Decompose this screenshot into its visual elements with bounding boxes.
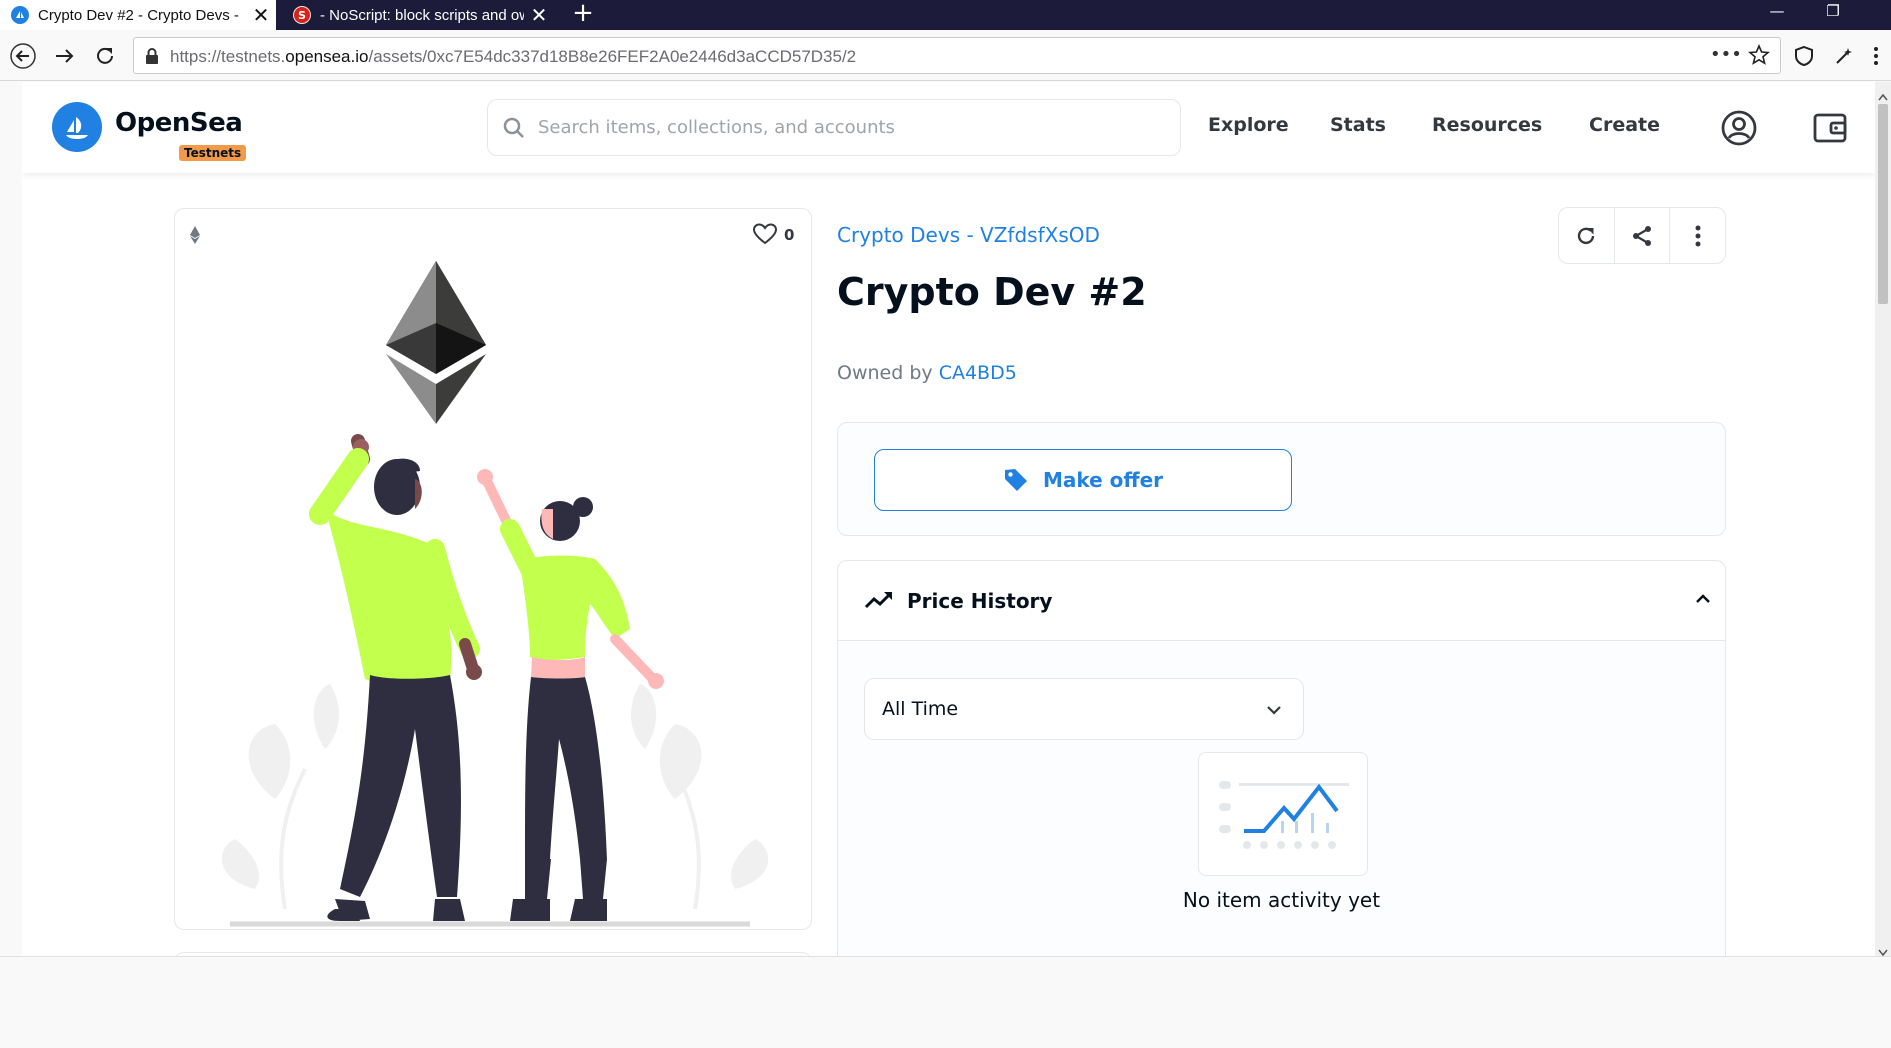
lock-icon — [144, 47, 160, 69]
svg-text:S: S — [298, 9, 306, 22]
window-bottom-area — [0, 956, 1891, 1048]
share-icon — [1633, 225, 1651, 246]
asset-image-card: 0 — [174, 208, 812, 930]
opensea-favicon-icon — [11, 6, 29, 24]
trending-chart-icon — [864, 590, 894, 614]
make-offer-label: Make offer — [1042, 468, 1164, 492]
shield-icon[interactable] — [1788, 39, 1820, 73]
period-select[interactable]: All Time — [864, 678, 1304, 740]
period-select-value: All Time — [882, 698, 959, 720]
refresh-icon — [1578, 227, 1595, 244]
minimize-button[interactable]: — — [1754, 0, 1800, 30]
empty-chart-placeholder — [1198, 752, 1368, 876]
noscript-favicon-icon: S — [293, 6, 311, 24]
bookmark-star-icon[interactable] — [1748, 43, 1770, 70]
testnets-badge: Testnets — [179, 145, 247, 161]
page-actions-icon[interactable]: ••• — [1710, 44, 1742, 65]
tag-icon — [1003, 467, 1029, 493]
site-header: OpenSea Testnets Explore Stats Resources… — [22, 82, 1875, 173]
scrollbar-thumb[interactable] — [1878, 104, 1888, 304]
empty-activity-text: No item activity yet — [1182, 888, 1381, 912]
search-box[interactable] — [487, 99, 1181, 156]
share-button[interactable] — [1615, 208, 1671, 263]
wallet-icon[interactable] — [1810, 108, 1850, 148]
extension-magic-icon[interactable] — [1828, 39, 1860, 73]
brand-name[interactable]: OpenSea — [115, 108, 243, 138]
address-bar[interactable]: https://testnets.opensea.io/assets/0xc7E… — [133, 37, 1781, 74]
chevron-up-icon[interactable] — [1695, 591, 1711, 611]
crypto-dev-illustration — [221, 261, 769, 927]
overflow-menu-icon[interactable] — [1866, 39, 1886, 73]
owned-by-label: Owned by — [837, 362, 933, 384]
search-icon — [502, 116, 526, 144]
page-scrollbar[interactable] — [1875, 82, 1891, 957]
scroll-up-icon[interactable] — [1878, 86, 1888, 105]
price-history-title: Price History — [907, 589, 1053, 613]
offer-card: Make offer — [837, 422, 1726, 536]
account-icon[interactable] — [1719, 108, 1759, 148]
reload-icon[interactable] — [88, 39, 122, 73]
tab-crypto-dev[interactable]: Crypto Dev #2 - Crypto Devs - ✕ — [0, 0, 276, 30]
make-offer-button[interactable]: Make offer — [874, 449, 1292, 511]
tab-close-icon[interactable]: ✕ — [524, 3, 554, 28]
owner-line: Owned by CA4BD5 — [837, 362, 1017, 384]
owner-link[interactable]: CA4BD5 — [939, 362, 1017, 384]
page-viewport: OpenSea Testnets Explore Stats Resources… — [22, 82, 1875, 956]
search-input[interactable] — [538, 117, 1158, 138]
tab-noscript[interactable]: S - NoScript: block scripts and ow ✕ — [282, 0, 554, 30]
restore-button[interactable]: ❐ — [1810, 0, 1856, 30]
collection-link[interactable]: Crypto Devs - VZfdsfXsOD — [837, 223, 1100, 247]
tab-close-icon[interactable]: ✕ — [246, 3, 276, 28]
price-history-body: All Time No item activity yet — [838, 642, 1725, 956]
browser-tab-bar: Crypto Dev #2 - Crypto Devs - ✕ S - NoSc… — [0, 0, 1891, 30]
opensea-logo-icon[interactable] — [52, 102, 102, 152]
empty-chart-icon — [1219, 781, 1349, 849]
refresh-metadata-button[interactable] — [1559, 208, 1615, 263]
forward-icon[interactable] — [47, 39, 81, 73]
more-options-button[interactable] — [1670, 208, 1725, 263]
chevron-down-icon — [1265, 701, 1283, 723]
price-history-panel: Price History All Time No item activity … — [837, 560, 1726, 956]
more-vertical-icon — [1695, 225, 1701, 246]
url-text: https://testnets.opensea.io/assets/0xc7E… — [170, 47, 857, 66]
asset-title: Crypto Dev #2 — [837, 270, 1147, 314]
nav-explore[interactable]: Explore — [1208, 114, 1289, 136]
new-tab-button[interactable]: + — [568, 0, 598, 30]
nav-resources[interactable]: Resources — [1432, 114, 1542, 136]
nav-stats[interactable]: Stats — [1330, 114, 1386, 136]
browser-toolbar: https://testnets.opensea.io/assets/0xc7E… — [0, 30, 1891, 81]
tab-title: - NoScript: block scripts and ow — [320, 6, 524, 24]
back-icon[interactable] — [6, 39, 40, 73]
tab-title: Crypto Dev #2 - Crypto Devs - — [38, 6, 239, 24]
nav-create[interactable]: Create — [1589, 114, 1660, 136]
asset-action-bar — [1558, 207, 1726, 264]
price-history-header[interactable]: Price History — [838, 561, 1725, 641]
